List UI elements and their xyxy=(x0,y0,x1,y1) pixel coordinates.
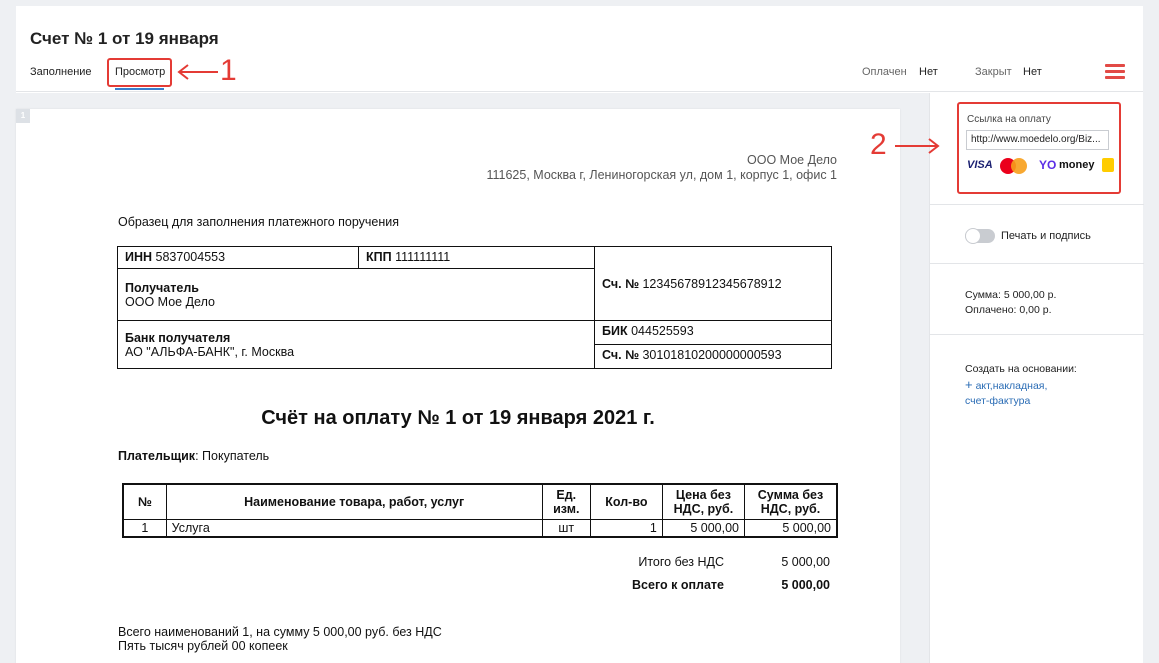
payer-line: Плательщик: Покупатель xyxy=(118,449,270,463)
col-header: Сумма без НДС, руб. xyxy=(744,483,838,520)
visa-logo-icon: VISA xyxy=(967,159,993,171)
sum-section: Сумма: 5 000,00 р. Оплачено: 0,00 р. xyxy=(930,264,1144,335)
print-sign-label: Печать и подпись xyxy=(1001,230,1091,242)
print-sign-toggle[interactable] xyxy=(965,228,995,244)
corr-account-cell: Сч. № 30101810200000000593 xyxy=(594,344,832,369)
col-header: № xyxy=(122,483,167,520)
page-number-badge: 1 xyxy=(16,109,30,123)
annotation-arrow-2 xyxy=(895,138,940,154)
invoice-title: Счёт на оплату № 1 от 19 января 2021 г. xyxy=(261,407,655,429)
table-row: 1 Услуга шт 1 5 000,00 5 000,00 xyxy=(122,519,838,538)
cell-name: Услуга xyxy=(165,519,543,538)
company-address: 111625, Москва г, Лениногорская ул, дом … xyxy=(486,168,837,182)
bank-details-table: ИНН 5837004553 КПП 111111111 Сч. № 12345… xyxy=(117,246,832,369)
plus-icon: + xyxy=(965,377,973,392)
create-link-vat-invoice[interactable]: счет-фактура xyxy=(965,395,1030,407)
pay-link-input[interactable]: http://www.moedelo.org/Biz... xyxy=(966,130,1109,150)
pay-link-label: Ссылка на оплату xyxy=(967,114,1051,125)
document-page: ООО Мое Дело 111625, Москва г, Лениногор… xyxy=(16,109,900,663)
col-header: Ед. изм. xyxy=(541,483,591,520)
items-header-row: № Наименование товара, работ, услуг Ед. … xyxy=(122,483,838,520)
summary-line-2: Пять тысяч рублей 00 копеек xyxy=(118,639,288,653)
paid-line: Оплачено: 0,00 р. xyxy=(965,304,1052,316)
total-row: Всего к оплате 5 000,00 xyxy=(516,578,836,596)
cell-sum: 5 000,00 xyxy=(744,519,838,538)
total-value: 5 000,00 xyxy=(781,578,830,592)
page-title: Счет № 1 от 19 января xyxy=(30,29,219,48)
subtotal-value: 5 000,00 xyxy=(781,555,830,569)
yoomoney-logo-icon: YO xyxy=(1039,158,1057,172)
closed-label: Закрыт xyxy=(975,66,1012,78)
sample-caption: Образец для заполнения платежного поруче… xyxy=(118,215,400,229)
bank-cell: Банк получателя АО "АЛЬФА-БАНК", г. Моск… xyxy=(117,320,595,369)
annotation-number-2: 2 xyxy=(870,128,887,161)
tab-fill[interactable]: Заполнение xyxy=(30,66,92,78)
company-block: ООО Мое Дело 111625, Москва г, Лениногор… xyxy=(486,153,837,183)
annotation-highlight-pay-link: Ссылка на оплату http://www.moedelo.org/… xyxy=(957,102,1121,194)
paid-label: Оплачен xyxy=(862,66,907,78)
kpp-cell: КПП 111111111 xyxy=(358,246,595,269)
active-tab-indicator xyxy=(115,88,164,90)
recipient-cell: Получатель ООО Мое Дело xyxy=(117,268,595,321)
closed-value: Нет xyxy=(1023,66,1042,78)
items-table: № Наименование товара, работ, услуг Ед. … xyxy=(122,483,838,538)
bik-cell: БИК 044525593 xyxy=(594,320,832,345)
col-header: Цена без НДС, руб. xyxy=(661,483,746,520)
annotation-number-1: 1 xyxy=(220,54,237,87)
cell-unit: шт xyxy=(541,519,591,538)
paid-value: Нет xyxy=(919,66,938,78)
annotation-highlight-tab xyxy=(107,58,172,87)
create-link-act-invoice[interactable]: + акт,накладная, xyxy=(965,377,1047,392)
money-logo-text: money xyxy=(1059,159,1095,171)
summary-line-1: Всего наименований 1, на сумму 5 000,00 … xyxy=(118,625,442,639)
cell-n: 1 xyxy=(122,519,167,538)
inn-cell: ИНН 5837004553 xyxy=(117,246,359,269)
mastercard-logo-icon xyxy=(1000,158,1030,174)
cell-price: 5 000,00 xyxy=(661,519,746,538)
header: Счет № 1 от 19 января Заполнение Просмот… xyxy=(16,6,1143,92)
hamburger-menu-icon[interactable] xyxy=(1105,64,1125,79)
total-label: Всего к оплате xyxy=(632,578,724,592)
account-cell: Сч. № 12345678912345678912 xyxy=(594,246,832,321)
right-sidebar: Ссылка на оплату http://www.moedelo.org/… xyxy=(929,93,1144,663)
subtotal-label: Итого без НДС xyxy=(638,555,724,569)
company-name: ООО Мое Дело xyxy=(747,153,837,167)
print-sign-section: Печать и подпись xyxy=(930,205,1144,264)
app-window: Счет № 1 от 19 января Заполнение Просмот… xyxy=(16,6,1144,663)
subtotal-row: Итого без НДС 5 000,00 xyxy=(516,555,836,573)
col-header: Кол-во xyxy=(589,483,663,520)
sum-line: Сумма: 5 000,00 р. xyxy=(965,289,1057,301)
col-header: Наименование товара, работ, услуг xyxy=(165,483,543,520)
summary-block: Всего наименований 1, на сумму 5 000,00 … xyxy=(118,625,442,653)
payment-logos: VISA YO money xyxy=(967,157,1117,175)
payment-link-section: Ссылка на оплату http://www.moedelo.org/… xyxy=(930,93,1144,205)
money-hand-icon xyxy=(1102,158,1114,172)
document-preview: ООО Мое Дело 111625, Москва г, Лениногор… xyxy=(16,93,929,663)
create-based-label: Создать на основании: xyxy=(965,363,1077,375)
cell-qty: 1 xyxy=(589,519,663,538)
